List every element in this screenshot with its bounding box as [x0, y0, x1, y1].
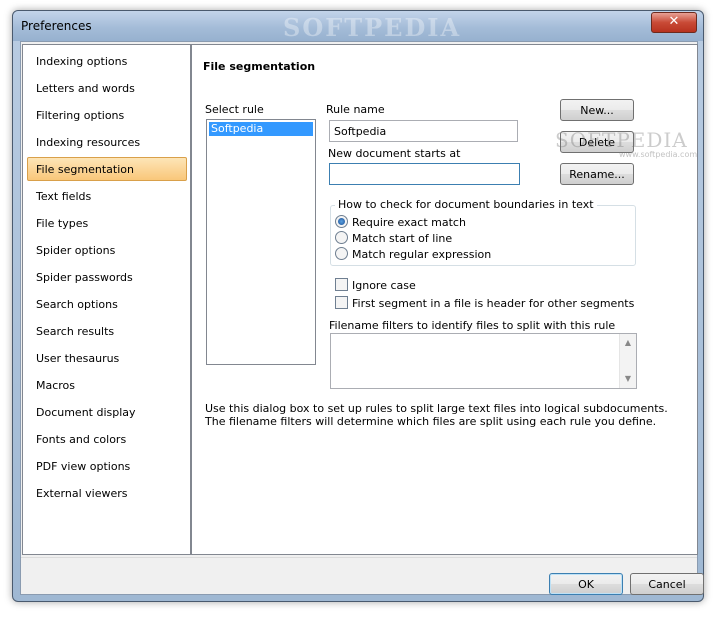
title-bar[interactable]: Preferences SOFTPEDIA ✕ — [13, 11, 703, 42]
nav-item-label: PDF view options — [36, 460, 131, 473]
scroll-down-arrow-icon[interactable]: ▼ — [620, 372, 636, 386]
nav-item-label: Spider options — [36, 244, 116, 257]
rule-list-item[interactable]: Softpedia — [209, 122, 313, 136]
nav-item-file-types[interactable]: File types — [27, 211, 187, 235]
radio-label: Match start of line — [352, 232, 453, 245]
nav-item-macros[interactable]: Macros — [27, 373, 187, 397]
checkbox-ignore-case[interactable]: Ignore case — [335, 278, 416, 294]
nav-item-label: External viewers — [36, 487, 128, 500]
preferences-window: Preferences SOFTPEDIA ✕ Indexing options… — [12, 10, 704, 602]
nav-item-filtering-options[interactable]: Filtering options — [27, 103, 187, 127]
nav-item-label: File types — [36, 217, 89, 230]
close-button[interactable]: ✕ — [651, 12, 697, 33]
filename-filters-textarea[interactable]: ▲ ▼ — [330, 333, 637, 389]
ok-button[interactable]: OK — [549, 573, 623, 595]
radio-match-start-of-line[interactable]: Match start of line — [335, 231, 452, 247]
nav-item-label: Letters and words — [36, 82, 135, 95]
filename-filters-label: Filename filters to identify files to sp… — [329, 319, 616, 332]
checkbox-label: Ignore case — [352, 279, 416, 292]
rule-name-label: Rule name — [326, 103, 385, 116]
title-watermark: SOFTPEDIA — [283, 13, 462, 42]
nav-item-letters-and-words[interactable]: Letters and words — [27, 76, 187, 100]
help-text: Use this dialog box to set up rules to s… — [205, 402, 668, 428]
radio-checked-icon — [335, 215, 348, 228]
checkbox-first-segment-header[interactable]: First segment in a file is header for ot… — [335, 296, 634, 312]
nav-item-label: Text fields — [36, 190, 92, 203]
new-document-label: New document starts at — [328, 147, 461, 160]
nav-item-external-viewers[interactable]: External viewers — [27, 481, 187, 505]
nav-item-search-results[interactable]: Search results — [27, 319, 187, 343]
boundary-check-group-title: How to check for document boundaries in … — [335, 198, 597, 211]
radio-label: Require exact match — [352, 216, 466, 229]
window-title: Preferences — [21, 19, 92, 33]
footer-divider — [21, 557, 697, 558]
nav-item-document-display[interactable]: Document display — [27, 400, 187, 424]
nav-item-label: Search options — [36, 298, 118, 311]
close-icon: ✕ — [668, 14, 680, 29]
nav-item-label: Document display — [36, 406, 136, 419]
nav-item-fonts-and-colors[interactable]: Fonts and colors — [27, 427, 187, 451]
scroll-up-arrow-icon[interactable]: ▲ — [620, 336, 636, 350]
nav-item-text-fields[interactable]: Text fields — [27, 184, 187, 208]
nav-item-label: User thesaurus — [36, 352, 120, 365]
rule-listbox[interactable]: Softpedia — [206, 119, 316, 365]
nav-item-label: Macros — [36, 379, 76, 392]
nav-item-user-thesaurus[interactable]: User thesaurus — [27, 346, 187, 370]
radio-unchecked-icon — [335, 247, 348, 260]
panel-heading: File segmentation — [203, 60, 316, 73]
checkbox-label: First segment in a file is header for ot… — [352, 297, 635, 310]
nav-item-search-options[interactable]: Search options — [27, 292, 187, 316]
radio-require-exact-match[interactable]: Require exact match — [335, 215, 466, 231]
checkbox-unchecked-icon — [335, 278, 348, 291]
nav-item-file-segmentation[interactable]: File segmentation — [27, 157, 187, 181]
new-document-input[interactable] — [329, 163, 520, 185]
settings-panel: File segmentation Select rule Softpedia … — [191, 44, 698, 555]
nav-item-spider-options[interactable]: Spider options — [27, 238, 187, 262]
filters-scrollbar[interactable]: ▲ ▼ — [619, 334, 636, 388]
nav-item-label: File segmentation — [36, 163, 134, 176]
rename-rule-button[interactable]: Rename... — [560, 163, 634, 185]
nav-item-label: Indexing options — [36, 55, 128, 68]
select-rule-label: Select rule — [205, 103, 264, 116]
nav-item-label: Search results — [36, 325, 115, 338]
nav-item-spider-passwords[interactable]: Spider passwords — [27, 265, 187, 289]
category-list: Indexing options Letters and words Filte… — [22, 44, 191, 555]
softpedia-watermark-url: www.softpedia.com — [619, 150, 698, 159]
nav-item-indexing-options[interactable]: Indexing options — [27, 49, 187, 73]
rule-name-input[interactable] — [329, 120, 518, 142]
radio-match-regular-expression[interactable]: Match regular expression — [335, 247, 491, 263]
cancel-button[interactable]: Cancel — [630, 573, 704, 595]
nav-item-indexing-resources[interactable]: Indexing resources — [27, 130, 187, 154]
nav-item-label: Filtering options — [36, 109, 125, 122]
softpedia-watermark: SOFTPEDIA — [555, 128, 688, 152]
checkbox-unchecked-icon — [335, 296, 348, 309]
radio-unchecked-icon — [335, 231, 348, 244]
nav-item-label: Fonts and colors — [36, 433, 127, 446]
nav-item-pdf-view-options[interactable]: PDF view options — [27, 454, 187, 478]
radio-label: Match regular expression — [352, 248, 492, 261]
new-rule-button[interactable]: New... — [560, 99, 634, 121]
nav-item-label: Spider passwords — [36, 271, 133, 284]
nav-item-label: Indexing resources — [36, 136, 141, 149]
dialog-client-area: Indexing options Letters and words Filte… — [20, 41, 704, 595]
